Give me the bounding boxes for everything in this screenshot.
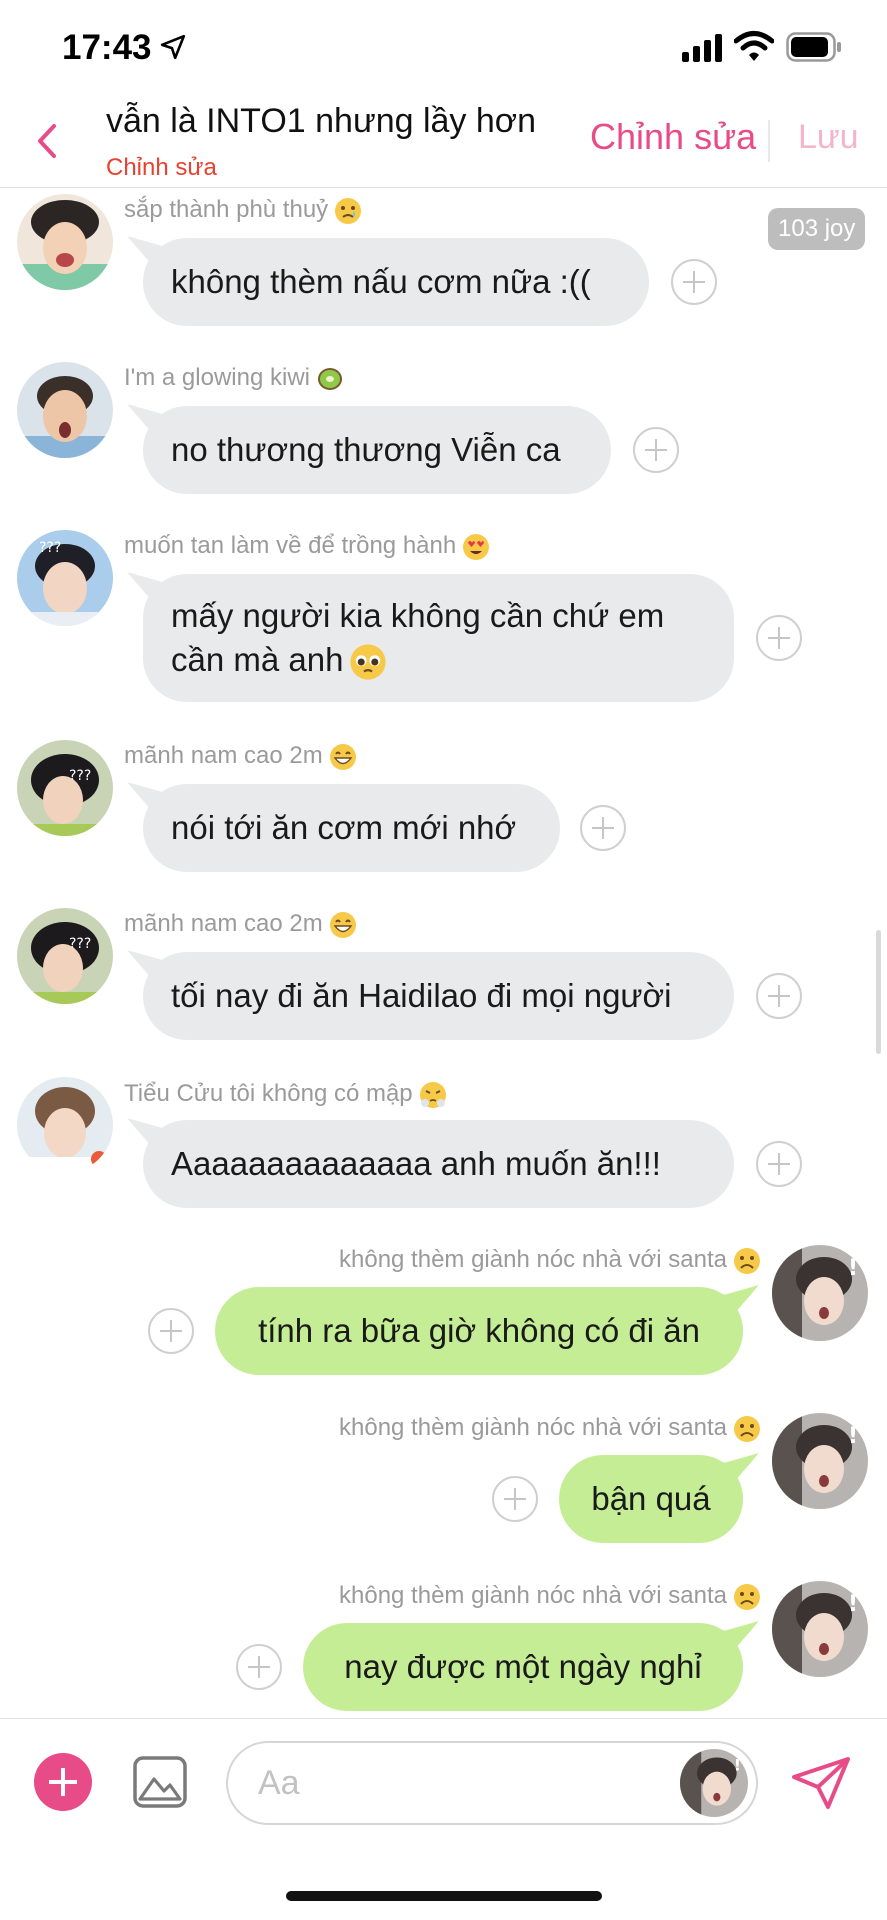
avatar[interactable] [17, 194, 113, 290]
battery-icon [786, 32, 841, 62]
message-bubble[interactable]: mấy người kia không cần chứ em cần mà an… [143, 574, 734, 702]
chat-subtitle[interactable]: Chỉnh sửa [106, 154, 217, 182]
message-text-line-2: cần mà anh [171, 638, 387, 682]
location-arrow-icon [160, 34, 186, 60]
sender-name: I'm a glowing kiwi [124, 364, 344, 393]
svg-text:???: ??? [69, 768, 91, 784]
grinning-face-icon [329, 911, 356, 938]
add-reaction-button[interactable] [148, 1308, 194, 1354]
add-reaction-button[interactable] [236, 1644, 282, 1690]
avatar[interactable]: ! [772, 1245, 868, 1341]
svg-text:!: ! [848, 1424, 858, 1449]
message-bubble[interactable]: không thèm nấu cơm nữa :(( [143, 238, 649, 326]
heart-eyes-icon [463, 533, 490, 560]
message-text: tính ra bữa giờ không có đi ăn [258, 1312, 700, 1349]
chat-title: vẫn là INTO1 nhưng lầy hơn [106, 102, 536, 140]
sender-avatar[interactable]: ! [680, 1749, 748, 1817]
message-bubble[interactable]: bận quá [559, 1455, 743, 1543]
message-bubble[interactable]: tối nay đi ăn Haidilao đi mọi người [143, 952, 734, 1040]
header-divider [768, 120, 770, 162]
message-composer: ! [0, 1718, 887, 1920]
message-text: không thèm nấu cơm nữa :(( [171, 263, 591, 300]
message-text: nói tới ăn cơm mới nhớ [171, 809, 517, 846]
message-bubble[interactable]: tính ra bữa giờ không có đi ăn [215, 1287, 743, 1375]
joy-badge: 103 joy [768, 208, 866, 250]
svg-text:???: ??? [39, 540, 61, 556]
frowning-face-icon [734, 1415, 760, 1442]
svg-text:!: ! [848, 1256, 858, 1281]
avatar[interactable]: ??? [17, 740, 113, 836]
sender-name: không thèm giành nóc nhà với santa [339, 1414, 761, 1443]
message-bubble[interactable]: nói tới ăn cơm mới nhớ [143, 784, 560, 872]
add-reaction-button[interactable] [492, 1476, 538, 1522]
avatar[interactable]: ! [772, 1413, 868, 1509]
avatar[interactable]: ! [772, 1581, 868, 1677]
frowning-face-icon [734, 1583, 760, 1610]
home-indicator [286, 1891, 602, 1901]
send-icon[interactable] [790, 1755, 852, 1811]
add-reaction-button[interactable] [756, 973, 802, 1019]
save-button[interactable]: Lưu [798, 118, 859, 157]
grinning-face-icon [329, 743, 356, 770]
edit-button[interactable]: Chỉnh sửa [590, 116, 756, 158]
steam-nose-face-icon [419, 1081, 446, 1108]
message-bubble[interactable]: nay được một ngày nghỉ [303, 1623, 743, 1711]
sender-name: mãnh nam cao 2m [124, 910, 357, 939]
scrollbar[interactable] [876, 930, 881, 1054]
cellular-signal-icon [682, 34, 722, 62]
status-bar: 17:43 [0, 0, 887, 96]
svg-text:???: ??? [69, 936, 91, 952]
image-gallery-icon[interactable] [132, 1755, 188, 1809]
message-input[interactable] [226, 1741, 758, 1825]
chat-header: vẫn là INTO1 nhưng lầy hơn Chỉnh sửa Chỉ… [0, 96, 887, 188]
svg-text:!: ! [848, 1592, 858, 1617]
add-reaction-button[interactable] [633, 427, 679, 473]
add-reaction-button[interactable] [580, 805, 626, 851]
message-bubble[interactable]: no thương thương Viễn ca [143, 406, 611, 494]
avatar[interactable]: ??? [17, 908, 113, 1004]
avatar[interactable] [17, 1077, 113, 1173]
status-time: 17:43 [62, 28, 152, 67]
frowning-face-icon [734, 1247, 760, 1274]
add-reaction-button[interactable] [671, 259, 717, 305]
sender-name: không thèm giành nóc nhà với santa [339, 1582, 761, 1611]
message-text-line-1: mấy người kia không cần chứ em [171, 597, 665, 634]
sender-name: muốn tan làm về để trồng hành [124, 532, 490, 561]
message-bubble[interactable]: Aaaaaaaaaaaaaa anh muốn ăn!!! [143, 1120, 734, 1208]
sender-name: sắp thành phù thuỷ [124, 196, 362, 225]
add-attachment-button[interactable] [34, 1753, 92, 1811]
avatar[interactable]: ??? [17, 530, 113, 626]
message-text: no thương thương Viễn ca [171, 431, 561, 468]
wifi-icon [734, 31, 774, 61]
pleading-face-icon [350, 644, 387, 680]
message-text: nay được một ngày nghỉ [344, 1648, 702, 1685]
add-reaction-button[interactable] [756, 615, 802, 661]
add-reaction-button[interactable] [756, 1141, 802, 1187]
avatar[interactable] [17, 362, 113, 458]
message-text: bận quá [591, 1480, 711, 1517]
sender-name: không thèm giành nóc nhà với santa [339, 1246, 761, 1275]
back-chevron-icon[interactable] [28, 116, 68, 166]
sender-name: Tiểu Cửu tôi không có mập [124, 1080, 447, 1109]
kiwi-fruit-icon [317, 367, 342, 390]
message-text: Aaaaaaaaaaaaaa anh muốn ăn!!! [171, 1145, 661, 1182]
message-text: tối nay đi ăn Haidilao đi mọi người [171, 977, 672, 1014]
crying-face-icon [335, 197, 362, 224]
sender-name: mãnh nam cao 2m [124, 742, 357, 771]
